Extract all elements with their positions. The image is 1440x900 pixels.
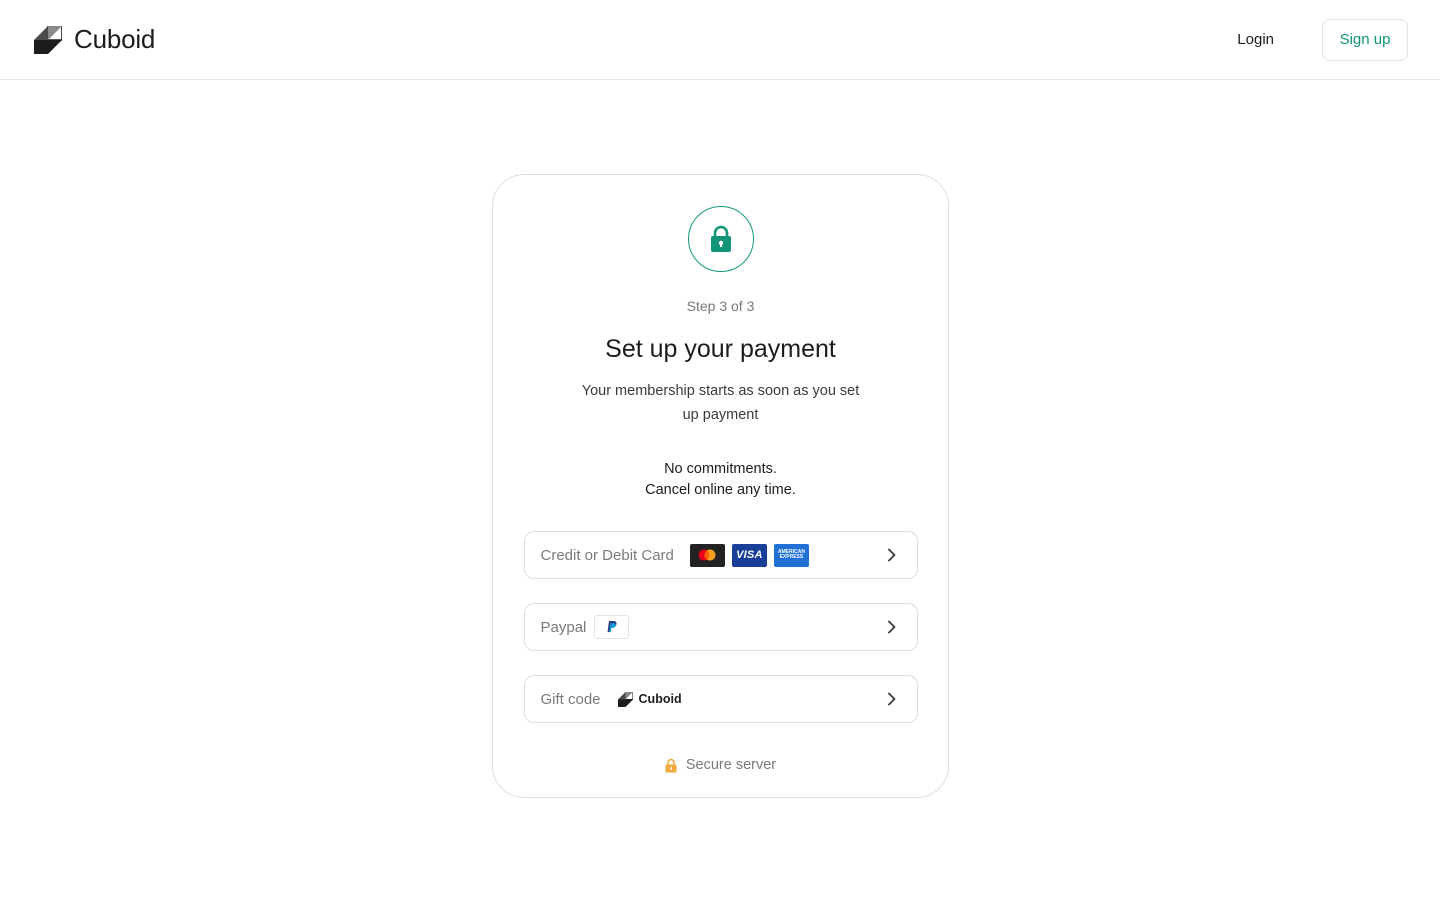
commitment-line-2: Cancel online any time. [645, 482, 796, 498]
chevron-right-icon [887, 692, 895, 706]
secure-server-note: Secure server [665, 757, 776, 773]
payment-method-card[interactable]: Credit or Debit Card VISA AMERICAN EXPRE… [523, 531, 918, 579]
padlock-icon [665, 758, 677, 772]
payment-method-label: Gift code [540, 690, 601, 708]
top-header: Cuboid Login Sign up [0, 0, 1440, 80]
payment-method-gift-code[interactable]: Gift code Cuboid [523, 675, 918, 723]
login-link[interactable]: Login [1237, 31, 1274, 48]
visa-icon: VISA [731, 543, 767, 567]
paypal-icon [594, 615, 630, 639]
page-title: Set up your payment [605, 335, 836, 363]
chevron-right-icon [887, 548, 895, 562]
card-logos: VISA AMERICAN EXPRESS [689, 543, 809, 567]
payment-method-label: Credit or Debit Card [540, 546, 674, 564]
commitment-note: No commitments. Cancel online any time. [645, 459, 796, 501]
payment-methods-list: Credit or Debit Card VISA AMERICAN EXPRE… [523, 531, 918, 723]
amex-line-2: EXPRESS [779, 554, 804, 560]
cuboid-logo-icon [34, 25, 62, 54]
gift-code-brand-name: Cuboid [638, 692, 682, 706]
signup-button[interactable]: Sign up [1322, 18, 1408, 61]
payment-method-paypal[interactable]: Paypal [523, 603, 918, 651]
lock-icon [710, 225, 731, 252]
american-express-icon: AMERICAN EXPRESS [773, 543, 809, 567]
cuboid-logo-icon [617, 691, 633, 707]
step-indicator: Step 3 of 3 [686, 298, 755, 314]
brand-home-link[interactable]: Cuboid [34, 24, 155, 55]
page-subtitle: Your membership starts as soon as you se… [581, 383, 860, 423]
header-actions: Login Sign up [1237, 18, 1408, 61]
payment-card: Step 3 of 3 Set up your payment Your mem… [492, 174, 949, 798]
paypal-logo [594, 615, 630, 639]
commitment-line-1: No commitments. [664, 461, 777, 477]
gift-code-brand: Cuboid [617, 691, 682, 707]
payment-method-label: Paypal [540, 618, 587, 636]
chevron-right-icon [887, 620, 895, 634]
secure-server-label: Secure server [685, 757, 777, 773]
brand-name: Cuboid [74, 24, 156, 54]
lock-badge [687, 206, 754, 272]
mastercard-icon [689, 543, 725, 567]
